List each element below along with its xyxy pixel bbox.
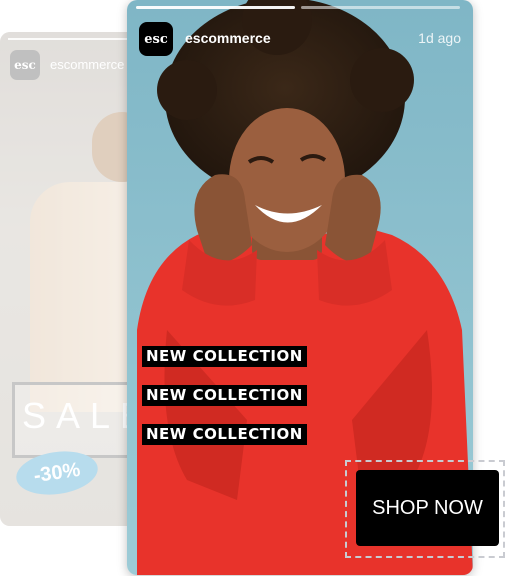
sale-text: SALE <box>22 395 140 436</box>
collection-tag: NEW COLLECTION <box>142 424 307 445</box>
profile-avatar[interactable]: esc <box>139 22 173 56</box>
story-progress-bar <box>8 38 132 40</box>
shop-now-button[interactable]: SHOP NOW <box>356 470 499 546</box>
progress-segment-2 <box>301 6 460 9</box>
story-progress <box>136 6 460 9</box>
profile-username[interactable]: escommerce <box>50 57 124 72</box>
story-timestamp: 1d ago <box>418 30 461 46</box>
collection-tag: NEW COLLECTION <box>142 346 307 367</box>
model-figure <box>30 182 140 412</box>
profile-username[interactable]: escommerce <box>185 30 271 46</box>
previous-story-card[interactable]: esc escommerce SALE -30% <box>0 32 140 526</box>
progress-segment-1 <box>136 6 295 9</box>
profile-avatar[interactable]: esc <box>10 50 40 80</box>
collection-tag: NEW COLLECTION <box>142 385 307 406</box>
